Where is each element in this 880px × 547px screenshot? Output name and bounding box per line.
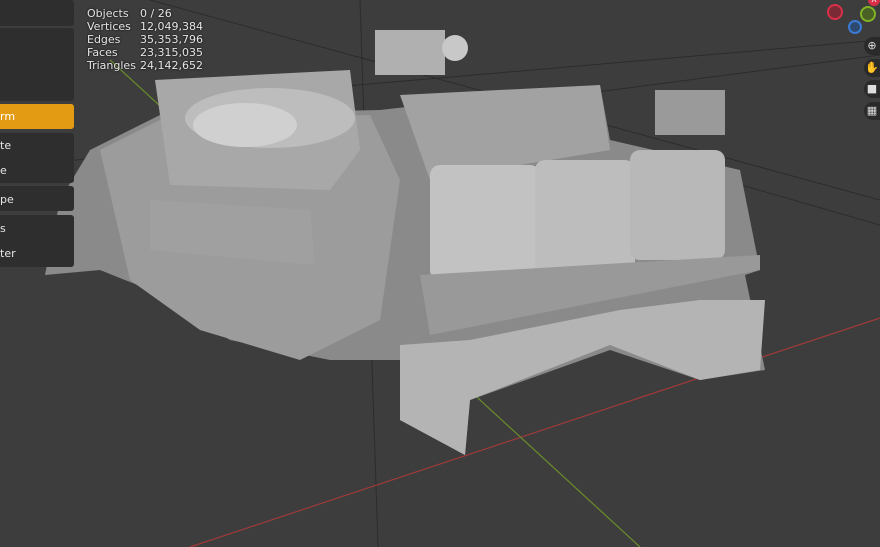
stat-label: Objects bbox=[87, 7, 129, 20]
stat-value: 35,353,796 bbox=[140, 33, 203, 46]
grid-view-icon[interactable]: ▦ bbox=[864, 102, 880, 120]
menu-item-5[interactable]: s bbox=[0, 216, 74, 241]
menu-item-4[interactable]: pe bbox=[0, 187, 74, 212]
stat-value: 0 / 26 bbox=[140, 7, 172, 20]
hand-pan-icon[interactable]: ✋ bbox=[864, 59, 880, 77]
camera-icon[interactable]: ■ bbox=[864, 80, 880, 98]
stat-label: Triangles bbox=[87, 59, 136, 72]
3d-viewport[interactable] bbox=[0, 0, 880, 547]
menu-panel-top bbox=[0, 0, 74, 26]
stat-label: Edges bbox=[87, 33, 121, 46]
gizmo-neg-z-icon[interactable] bbox=[848, 20, 862, 34]
stat-value: 23,315,035 bbox=[140, 46, 203, 59]
zoom-icon[interactable]: ⊕ bbox=[864, 37, 880, 55]
stat-value: 24,142,652 bbox=[140, 59, 203, 72]
stat-faces: Faces 23,315,035 bbox=[87, 46, 203, 59]
menu-panel-2 bbox=[0, 28, 74, 101]
stat-triangles: Triangles 24,142,652 bbox=[87, 59, 203, 72]
stat-vertices: Vertices 12,049,384 bbox=[87, 20, 203, 33]
stat-value: 12,049,384 bbox=[140, 20, 203, 33]
stat-objects: Objects 0 / 26 bbox=[87, 7, 203, 20]
menu-item-6[interactable]: ter bbox=[0, 241, 74, 266]
stat-label: Faces bbox=[87, 46, 118, 59]
menu-item-3[interactable]: e bbox=[0, 158, 74, 183]
gizmo-neg-y-icon[interactable] bbox=[860, 6, 876, 22]
menu-item-transform[interactable]: rm bbox=[0, 104, 74, 129]
stat-edges: Edges 35,353,796 bbox=[87, 33, 203, 46]
tank-model[interactable] bbox=[45, 30, 765, 455]
gizmo-neg-x-icon[interactable] bbox=[827, 4, 843, 20]
menu-item-2[interactable]: te bbox=[0, 133, 74, 158]
scene-statistics: Objects 0 / 26 Vertices 12,049,384 Edges 35… bbox=[87, 7, 203, 72]
stat-label: Vertices bbox=[87, 20, 131, 33]
